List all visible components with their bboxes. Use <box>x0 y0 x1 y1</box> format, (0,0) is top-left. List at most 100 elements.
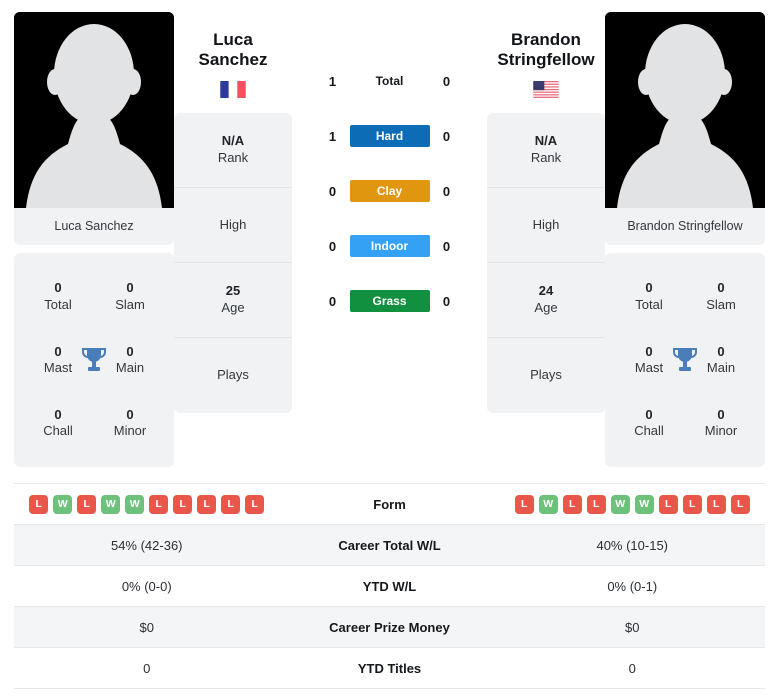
titles-label: Minor <box>113 423 147 439</box>
right-player-photo-card[interactable]: Brandon Stringfellow <box>605 12 765 245</box>
titles-value: 0 <box>54 407 62 423</box>
form-badge-loss[interactable]: L <box>221 494 241 514</box>
form-badge-win[interactable]: W <box>125 494 145 514</box>
table-row-ytd-wl: 0% (0-0) YTD W/L 0% (0-1) <box>14 566 765 607</box>
titles-label: Chall <box>634 423 664 439</box>
info-value: 25 <box>225 283 241 299</box>
titles-label: Total <box>635 296 663 312</box>
left-info-card: N/A Rank High 25 Age Plays <box>174 113 292 414</box>
titles-label: Total <box>44 296 72 312</box>
titles-cell: 0 Minor <box>685 407 757 440</box>
form-badge-loss[interactable]: L <box>514 494 534 514</box>
form-badge-loss[interactable]: L <box>562 494 582 514</box>
left-player-titles-card: 0 Total 0 Slam 0 Mast 0 Main 0 Chall 0 M… <box>14 253 174 467</box>
titles-value: 0 <box>717 407 725 423</box>
h2h-right-value: 0 <box>442 293 451 309</box>
left-form-cell: LWLWWLLLLL <box>14 494 280 514</box>
titles-cell: 0 Slam <box>685 280 757 313</box>
form-badge-loss[interactable]: L <box>730 494 750 514</box>
form-badge-loss[interactable]: L <box>245 494 265 514</box>
form-badge-loss[interactable]: L <box>586 494 606 514</box>
info-value: N/A <box>534 133 558 149</box>
table-row-career-wl: 54% (42-36) Career Total W/L 40% (10-15) <box>14 525 765 566</box>
right-player-photo <box>605 12 765 208</box>
left-info-high: High <box>174 188 292 264</box>
info-value: N/A <box>221 133 245 149</box>
row-label: Form <box>373 496 406 512</box>
h2h-right-value: 0 <box>442 128 451 144</box>
right-player-column: Brandon Stringfellow 0 Total 0 Slam 0 Ma… <box>605 12 765 467</box>
left-player-photo-card[interactable]: Luca Sanchez <box>14 12 174 245</box>
form-badge-loss[interactable]: L <box>706 494 726 514</box>
form-badge-loss[interactable]: L <box>682 494 702 514</box>
h2h-left-value: 1 <box>328 128 337 144</box>
person-silhouette-icon <box>605 12 765 208</box>
h2h-surface-badge-grass[interactable]: Grass <box>349 290 430 312</box>
h2h-surface-badge-indoor[interactable]: Indoor <box>349 235 430 257</box>
right-player-name-line1: Brandon <box>511 30 581 49</box>
h2h-row-clay: 0 Clay 0 <box>292 180 487 202</box>
titles-cell: 0 Chall <box>22 407 94 440</box>
info-label: Rank <box>217 150 249 166</box>
left-value: $0 <box>139 619 154 635</box>
h2h-row-hard: 1 Hard 0 <box>292 125 487 147</box>
h2h-surface-badge-hard[interactable]: Hard <box>349 125 430 147</box>
form-badge-loss[interactable]: L <box>658 494 678 514</box>
left-player-photo-name: Luca Sanchez <box>14 208 174 245</box>
right-info-age: 24 Age <box>487 263 605 339</box>
form-badge-loss[interactable]: L <box>197 494 217 514</box>
info-label: Plays <box>217 367 249 383</box>
form-badge-win[interactable]: W <box>53 494 73 514</box>
form-badge-loss[interactable]: L <box>149 494 169 514</box>
comparison-stats-table: LWLWWLLLLL Form LWLLWWLLLL 54% (42-36) C… <box>14 483 765 689</box>
h2h-surface-badge-clay[interactable]: Clay <box>349 180 430 202</box>
titles-value: 0 <box>645 280 653 296</box>
titles-label: Chall <box>43 423 73 439</box>
titles-cell: 0 Minor <box>94 407 166 440</box>
form-badge-win[interactable]: W <box>538 494 558 514</box>
info-label: Age <box>534 300 558 316</box>
left-player-photo <box>14 12 174 208</box>
row-label: YTD Titles <box>357 660 422 676</box>
h2h-right-value: 0 <box>442 73 451 89</box>
h2h-row-indoor: 0 Indoor 0 <box>292 235 487 257</box>
right-form-list: LWLLWWLLLL <box>500 494 766 514</box>
left-info-plays: Plays <box>174 338 292 413</box>
left-player-name-line1: Luca <box>213 30 253 49</box>
left-player-name-line2: Sanchez <box>198 50 268 70</box>
form-badge-win[interactable]: W <box>634 494 654 514</box>
right-value: 0% (0-1) <box>607 578 658 594</box>
right-value: $0 <box>625 619 640 635</box>
comparison-header: Luca Sanchez 0 Total 0 Slam 0 Mast 0 Mai… <box>0 0 779 467</box>
right-flag-wrap <box>487 81 605 99</box>
titles-value: 0 <box>717 280 725 296</box>
right-player-titles-card: 0 Total 0 Slam 0 Mast 0 Main 0 Chall 0 M… <box>605 253 765 467</box>
right-info-card: N/A Rank High 24 Age Plays <box>487 113 605 414</box>
left-flag-wrap <box>174 81 292 99</box>
h2h-row-total: 1 Total 0 <box>292 70 487 92</box>
info-label: Age <box>221 300 245 316</box>
trophy-icon <box>82 348 106 371</box>
titles-label: Slam <box>115 296 145 312</box>
info-label: High <box>532 216 560 232</box>
right-value: 0 <box>628 660 636 676</box>
info-label: High <box>219 216 247 232</box>
form-badge-win[interactable]: W <box>610 494 630 514</box>
france-flag-icon <box>220 81 246 99</box>
table-row-ytd-titles: 0 YTD Titles 0 <box>14 648 765 689</box>
right-form-cell: LWLLWWLLLL <box>500 494 766 514</box>
right-name-block: Brandon Stringfellow N/A Rank High 24 Ag… <box>487 12 605 414</box>
right-value: 40% (10-15) <box>596 537 669 553</box>
h2h-left-value: 0 <box>328 238 337 254</box>
form-badge-loss[interactable]: L <box>77 494 97 514</box>
center-comparison: Luca Sanchez N/A Rank High 25 Age Plays … <box>174 12 605 414</box>
table-row-form: LWLWWLLLLL Form LWLLWWLLLL <box>14 484 765 525</box>
form-badge-win[interactable]: W <box>101 494 121 514</box>
form-badge-loss[interactable]: L <box>29 494 49 514</box>
info-label: Plays <box>530 367 562 383</box>
form-badge-loss[interactable]: L <box>173 494 193 514</box>
h2h-left-value: 0 <box>328 183 337 199</box>
h2h-left-value: 1 <box>328 73 337 89</box>
right-info-rank: N/A Rank <box>487 113 605 189</box>
titles-label: Slam <box>706 296 736 312</box>
